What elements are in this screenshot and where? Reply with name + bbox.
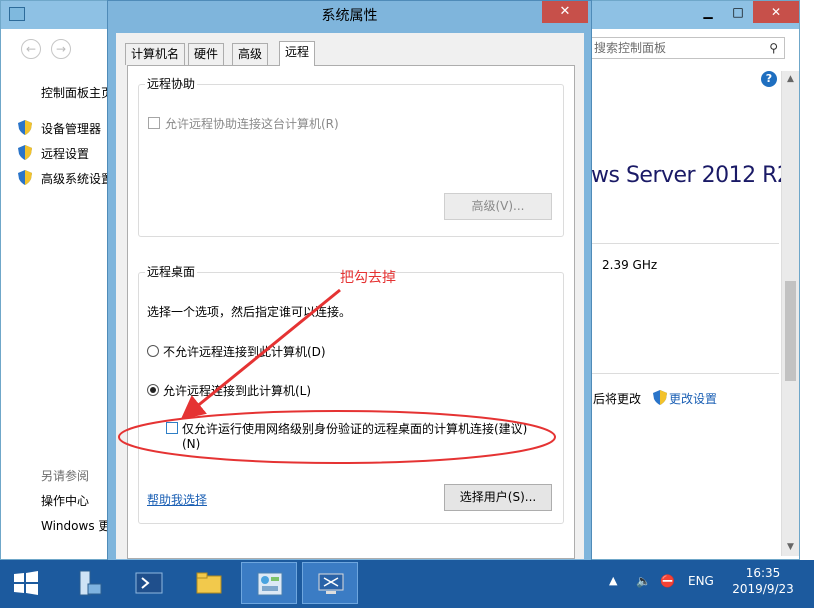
advanced-system-settings-link[interactable]: 高级系统设置 <box>41 170 113 187</box>
search-input[interactable]: 搜索控制面板 ⚲ <box>589 37 785 59</box>
system-properties-taskbar-button[interactable] <box>302 562 358 604</box>
shield-icon <box>18 145 32 160</box>
remote-settings-link[interactable]: 远程设置 <box>41 145 89 162</box>
remote-tab-panel: 远程协助 允许远程协助连接这台计算机(R) 高级(V)... 远程桌面 选择一个… <box>127 65 575 559</box>
select-users-button[interactable]: 选择用户(S)... <box>444 484 552 511</box>
nla-only-label[interactable]: 仅允许运行使用网络级别身份验证的远程桌面的计算机连接(建议) <box>182 420 527 437</box>
dialog-close-button[interactable]: ✕ <box>542 1 588 23</box>
control-panel-taskbar-button[interactable] <box>241 562 297 604</box>
divider <box>591 243 779 244</box>
dialog-body: 计算机名 硬件 高级 远程 远程协助 允许远程协助连接这台计算机(R) 高级(V… <box>116 33 584 559</box>
allow-remote-label[interactable]: 允许远程连接到此计算机(L) <box>163 382 311 399</box>
remote-desktop-title: 远程桌面 <box>145 263 198 280</box>
close-button[interactable]: ✕ <box>753 1 799 23</box>
forward-icon[interactable]: → <box>51 39 71 59</box>
disallow-remote-label[interactable]: 不允许远程连接到此计算机(D) <box>163 343 326 360</box>
shield-icon <box>18 170 32 185</box>
os-name-label: ws Server 2012 R2 <box>591 163 791 188</box>
allow-remote-assistance-label: 允许远程协助连接这台计算机(R) <box>165 117 339 131</box>
back-icon[interactable]: ← <box>21 39 41 59</box>
clock-time: 16:35 <box>745 566 781 580</box>
remote-assistance-title: 远程协助 <box>145 75 198 92</box>
advanced-button[interactable]: 高级(V)... <box>444 193 552 220</box>
help-icon[interactable]: ? <box>761 71 777 87</box>
maximize-button[interactable]: □ <box>723 1 753 23</box>
remote-desktop-group: 远程桌面 选择一个选项，然后指定谁可以连接。 不允许远程连接到此计算机(D) 允… <box>138 263 564 524</box>
folder-icon <box>196 572 222 594</box>
nla-only-label-accesskey: (N) <box>182 437 201 451</box>
scroll-down-icon[interactable]: ▼ <box>782 539 799 556</box>
action-center-link[interactable]: 操作中心 <box>41 492 89 509</box>
scrollbar[interactable]: ▲ ▼ <box>781 71 799 556</box>
tab-remote[interactable]: 远程 <box>279 41 316 66</box>
allow-remote-assistance-checkbox[interactable] <box>148 117 160 129</box>
windows-logo-icon <box>14 571 38 595</box>
remote-assistance-group: 远程协助 允许远程协助连接这台计算机(R) 高级(V)... <box>138 75 564 237</box>
clock-date: 2019/9/23 <box>732 582 794 596</box>
control-panel-icon <box>257 572 283 596</box>
file-explorer-taskbar-button[interactable] <box>181 562 237 604</box>
monitor-icon <box>318 573 344 594</box>
nla-only-checkbox[interactable] <box>166 422 178 434</box>
divider <box>591 373 779 374</box>
disallow-remote-radio[interactable] <box>147 345 159 357</box>
shield-icon <box>653 390 667 405</box>
minimize-button[interactable]: ▁ <box>693 1 723 23</box>
search-icon[interactable]: ⚲ <box>769 38 778 58</box>
control-panel-home-link[interactable]: 控制面板主页 <box>41 84 113 101</box>
powershell-icon <box>135 572 163 594</box>
speaker-icon[interactable]: 🔈 <box>636 574 651 588</box>
annotation-text: 把勾去掉 <box>340 270 396 286</box>
app-icon <box>9 7 25 21</box>
change-settings-link[interactable]: 更改设置 <box>669 390 717 407</box>
help-me-choose-link[interactable]: 帮助我选择 <box>147 491 207 508</box>
allow-remote-radio[interactable] <box>147 384 159 396</box>
input-language-indicator[interactable]: ENG <box>688 574 714 588</box>
server-manager-icon <box>79 570 102 596</box>
server-manager-taskbar-button[interactable] <box>60 562 116 604</box>
scroll-thumb[interactable] <box>785 281 796 381</box>
start-button[interactable] <box>0 562 56 604</box>
clock[interactable]: 16:35 2019/9/23 <box>726 565 800 597</box>
see-also-title: 另请参阅 <box>41 469 90 483</box>
cpu-speed-value: 2.39 GHz <box>602 258 658 272</box>
shield-icon <box>18 120 32 135</box>
tab-computer-name[interactable]: 计算机名 <box>125 43 186 65</box>
tab-advanced[interactable]: 高级 <box>232 43 269 65</box>
powershell-taskbar-button[interactable] <box>121 562 177 604</box>
windows-update-link[interactable]: Windows 更 <box>41 517 110 534</box>
show-hidden-icons-icon[interactable]: ▲ <box>609 574 617 587</box>
scroll-up-icon[interactable]: ▲ <box>782 71 799 88</box>
network-icon[interactable]: ⛔ <box>660 574 675 588</box>
change-note-text: 后将更改 <box>593 392 642 406</box>
instruction-text: 选择一个选项，然后指定谁可以连接。 <box>147 305 352 319</box>
device-manager-link[interactable]: 设备管理器 <box>41 120 101 137</box>
dialog-title: 系统属性 <box>321 8 378 24</box>
tab-hardware[interactable]: 硬件 <box>188 43 225 65</box>
taskbar: ▲ 🔈 ⛔ ENG 16:35 2019/9/23 <box>0 560 814 608</box>
